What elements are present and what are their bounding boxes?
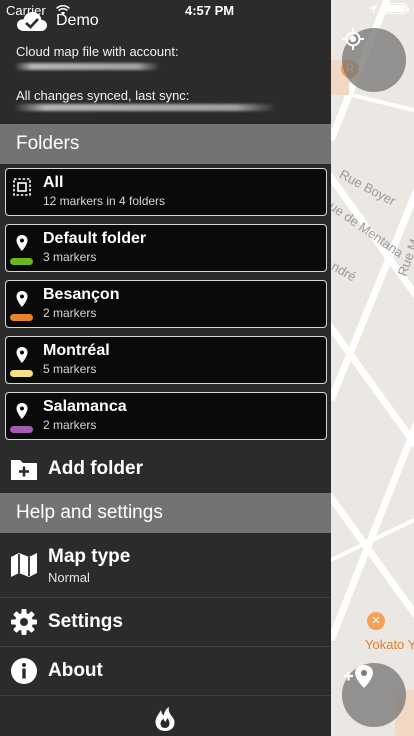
app-logo-icon bbox=[155, 707, 175, 731]
wifi-icon bbox=[56, 5, 70, 15]
map-pin-icon bbox=[16, 403, 28, 419]
add-marker-button[interactable] bbox=[342, 663, 406, 727]
folder-marker-count: 2 markers bbox=[43, 306, 97, 320]
folder-marker-count: 12 markers in 4 folders bbox=[43, 194, 166, 208]
cloud-file-label: Cloud map file with account: bbox=[16, 44, 179, 59]
help-settings-section-header: Help and settings bbox=[0, 493, 331, 533]
map-type-button[interactable]: Map type Normal bbox=[0, 533, 331, 597]
about-button[interactable]: About bbox=[0, 647, 331, 695]
map-pin-icon bbox=[16, 291, 28, 307]
add-folder-icon bbox=[11, 460, 37, 480]
folder-title: Besançon bbox=[43, 286, 120, 303]
folder-marker-count: 2 markers bbox=[43, 418, 97, 432]
add-pin-icon bbox=[344, 665, 373, 688]
folder-item-salamanca[interactable]: Salamanca 2 markers bbox=[5, 392, 327, 440]
locate-me-button[interactable] bbox=[342, 28, 406, 92]
folder-item-besancon[interactable]: Besançon 2 markers bbox=[5, 280, 327, 328]
crosshair-icon bbox=[342, 28, 364, 50]
folder-item-default[interactable]: Default folder 3 markers bbox=[5, 224, 327, 272]
map-pin-icon bbox=[16, 347, 28, 363]
settings-button[interactable]: Settings bbox=[0, 598, 331, 646]
map-icon bbox=[11, 553, 37, 577]
location-arrow-icon bbox=[368, 4, 378, 13]
add-folder-label: Add folder bbox=[48, 458, 143, 479]
poi-label: Yokato Y bbox=[365, 637, 414, 652]
divider bbox=[0, 695, 331, 696]
redacted-account bbox=[14, 63, 160, 70]
folder-marker-count: 5 markers bbox=[43, 362, 97, 376]
info-icon bbox=[11, 658, 37, 684]
status-right-group bbox=[368, 3, 409, 14]
folders-section-header: Folders bbox=[0, 124, 331, 164]
battery-icon bbox=[383, 3, 409, 14]
folder-color-swatch bbox=[10, 426, 33, 433]
folder-color-swatch bbox=[10, 370, 33, 377]
folder-item-all[interactable]: All 12 markers in 4 folders bbox=[5, 168, 327, 216]
all-folders-icon bbox=[13, 178, 31, 196]
redacted-sync-time bbox=[14, 104, 276, 111]
carrier-label: Carrier bbox=[6, 3, 46, 18]
folder-title: Default folder bbox=[43, 230, 147, 247]
battery-level bbox=[385, 5, 405, 12]
map-type-value: Normal bbox=[48, 570, 90, 585]
folder-marker-count: 3 markers bbox=[43, 250, 97, 264]
clock: 4:57 PM bbox=[185, 3, 235, 18]
map-view[interactable]: Rue Boyer ue de Mentana Rue M ndré R ✕ Y… bbox=[331, 0, 414, 736]
folder-title: All bbox=[43, 174, 64, 191]
add-folder-button[interactable]: Add folder bbox=[0, 445, 331, 493]
map-type-label: Map type bbox=[48, 546, 131, 567]
folder-color-swatch bbox=[10, 258, 33, 265]
status-bar: Carrier 4:57 PM bbox=[0, 0, 414, 22]
folder-title: Montréal bbox=[43, 342, 110, 359]
sync-status-label: All changes synced, last sync: bbox=[16, 88, 190, 103]
map-pin-icon bbox=[16, 235, 28, 251]
gear-icon bbox=[11, 609, 37, 635]
folder-color-swatch bbox=[10, 314, 33, 321]
about-label: About bbox=[48, 660, 103, 681]
side-drawer: Demo Cloud map file with account: All ch… bbox=[0, 0, 331, 736]
folder-item-montreal[interactable]: Montréal 5 markers bbox=[5, 336, 327, 384]
folder-title: Salamanca bbox=[43, 398, 127, 415]
restaurant-poi-icon[interactable]: ✕ bbox=[367, 612, 385, 630]
settings-label: Settings bbox=[48, 611, 123, 632]
